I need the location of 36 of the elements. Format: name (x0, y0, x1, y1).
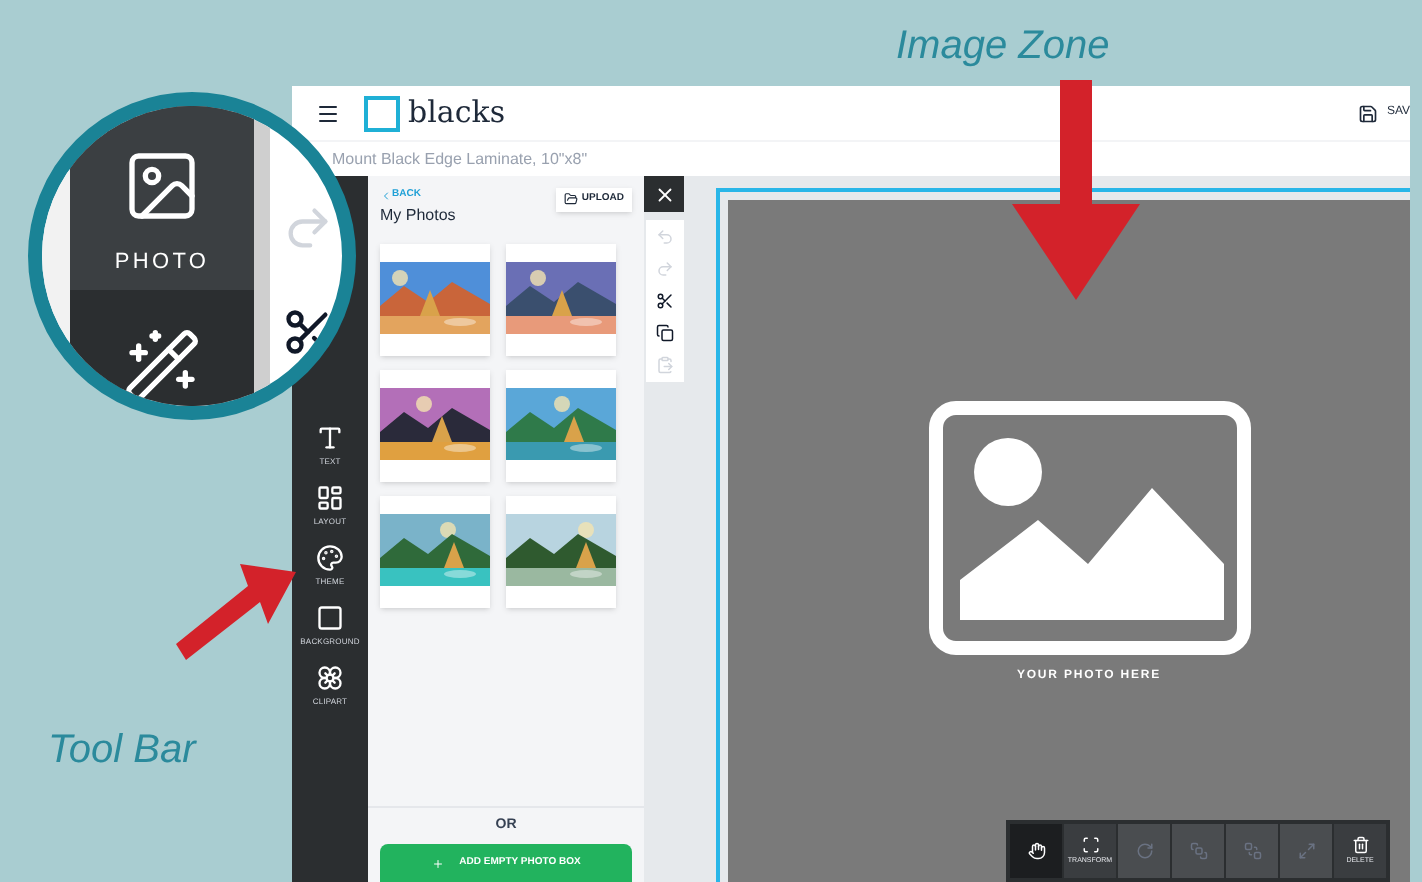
close-button[interactable] (644, 176, 684, 212)
product-title: Mount Black Edge Laminate, 10"x8" (332, 147, 588, 171)
bring-front-icon (1189, 842, 1207, 860)
transform-icon (1081, 835, 1099, 854)
chevron-left-icon (380, 189, 392, 202)
close-icon (653, 183, 675, 205)
rotate-icon (1135, 842, 1153, 860)
trash-icon (1351, 835, 1369, 854)
layout-icon (316, 484, 344, 512)
resize-icon (1297, 842, 1315, 860)
callout-label: Image Zone (896, 22, 1110, 72)
save-icon (1358, 103, 1379, 123)
palette-icon (316, 544, 344, 572)
folder-icon (563, 192, 578, 207)
image-placeholder-icon (927, 400, 1251, 656)
text-icon (316, 424, 344, 452)
logo: blacks (408, 92, 506, 135)
square-icon (316, 604, 344, 632)
menu-icon[interactable] (316, 101, 340, 125)
plus-icon (431, 857, 444, 869)
photo-card[interactable] (506, 495, 616, 607)
tool-button[interactable] (1010, 824, 1062, 878)
scissors-icon[interactable] (655, 292, 673, 310)
photo-card[interactable] (380, 369, 490, 481)
callout-label: Tool Bar (48, 726, 196, 776)
send-back-icon (1243, 842, 1261, 860)
flower-icon (316, 664, 344, 692)
panel-title: My Photos (380, 203, 456, 227)
logo-icon (364, 95, 400, 131)
arrow-icon (1008, 80, 1144, 304)
hand-icon (1027, 842, 1045, 860)
photo-card[interactable] (380, 495, 490, 607)
scissors-icon (282, 306, 334, 358)
photo-card[interactable] (506, 243, 616, 355)
copy-icon[interactable] (655, 324, 673, 342)
magnified-tool: PHOTO (70, 106, 254, 290)
